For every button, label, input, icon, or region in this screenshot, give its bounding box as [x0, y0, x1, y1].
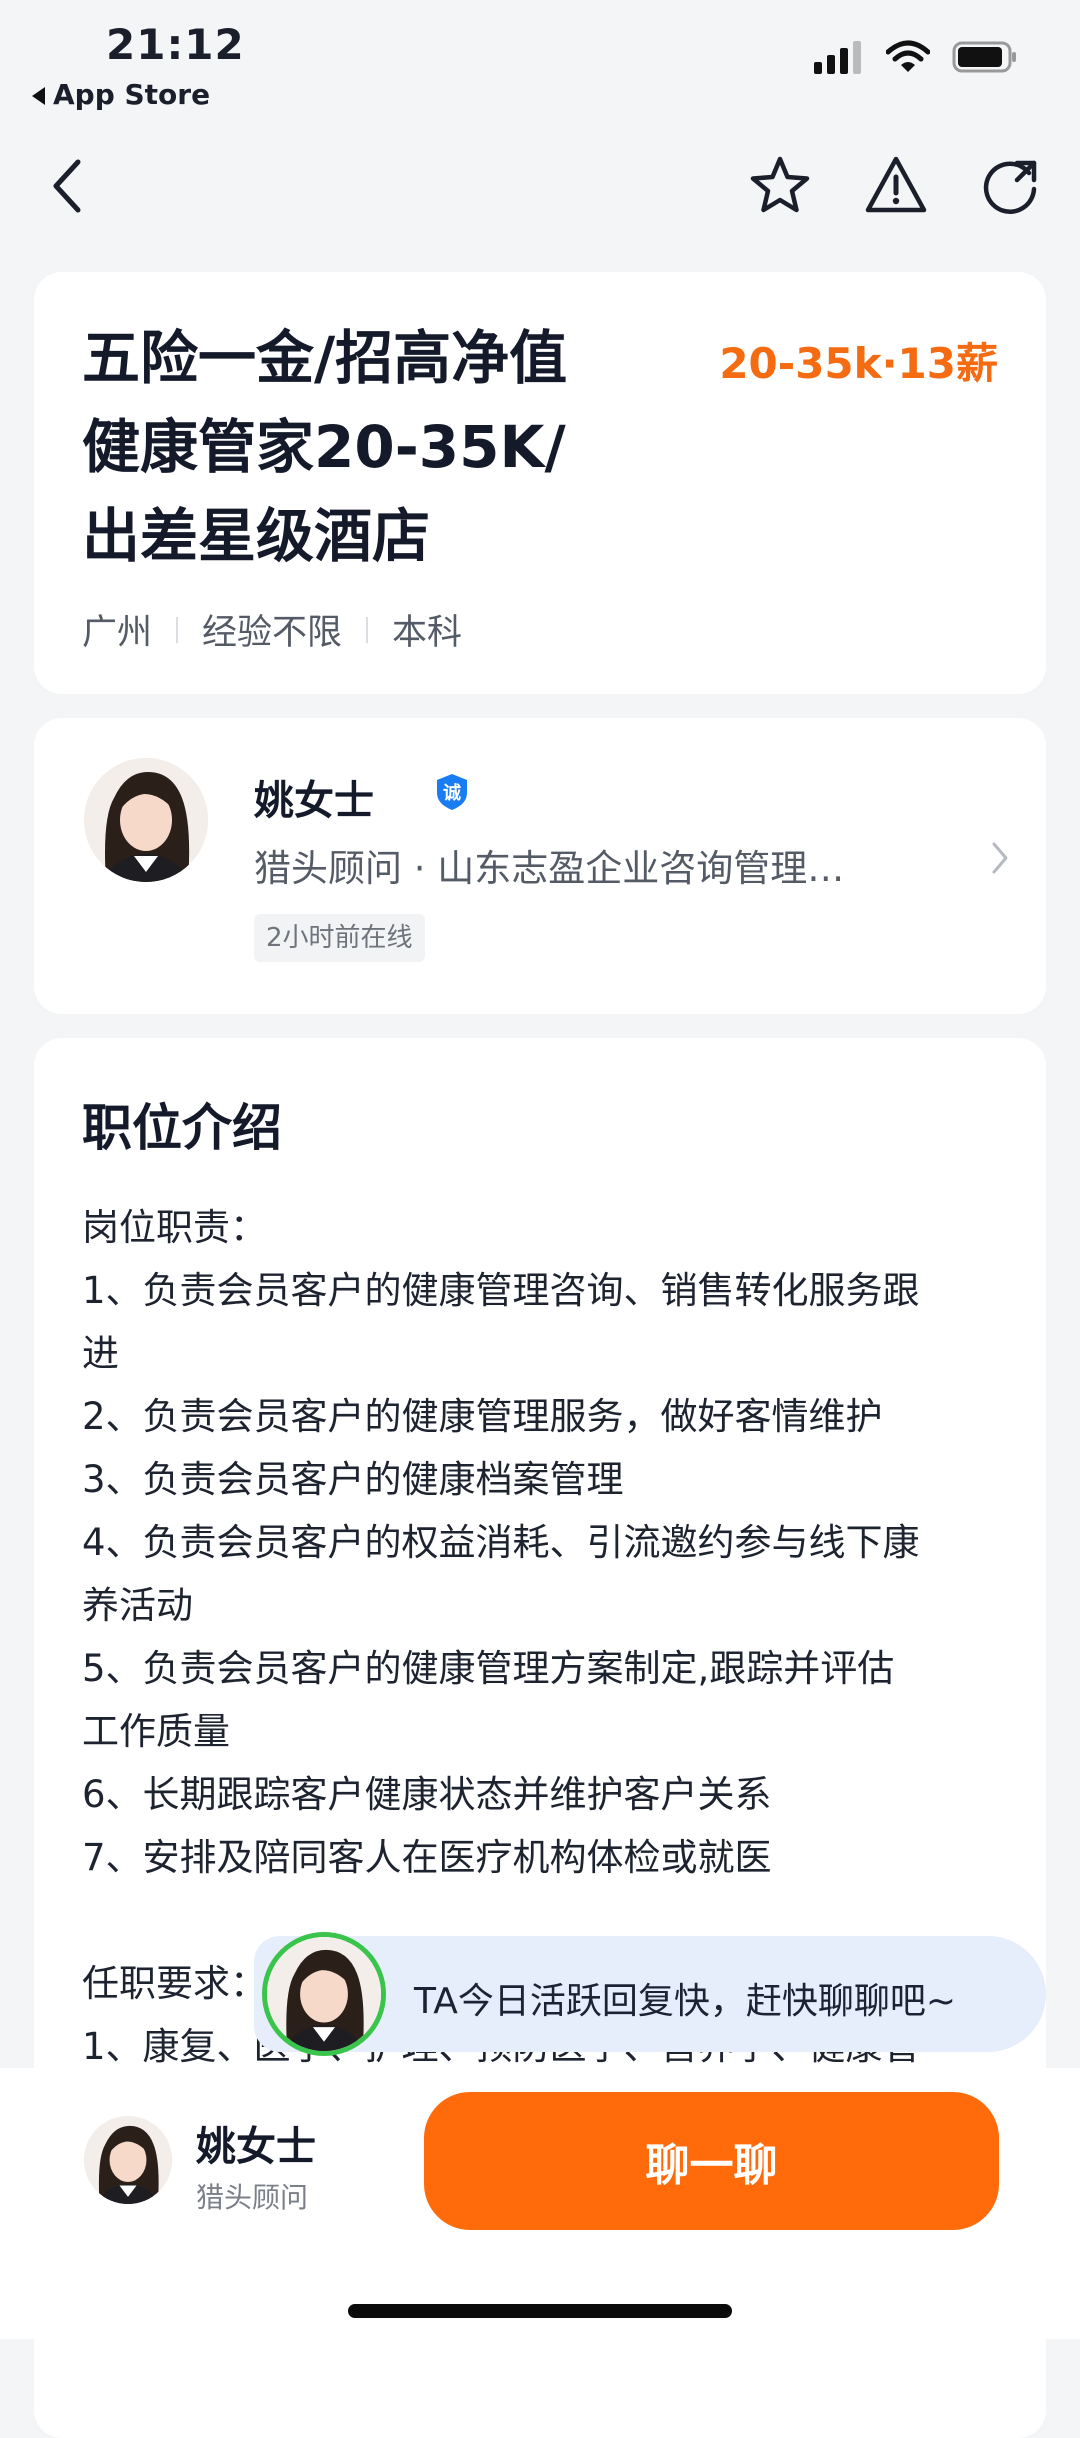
- job-title-line: 健康管家20-35K/: [82, 413, 566, 481]
- warning-icon: [865, 156, 927, 213]
- description-line: 岗位职责：: [82, 1206, 267, 1249]
- job-summary-card: 五险一金/招高净值 健康管家20-35K/ 出差星级酒店 20-35k·13薪 …: [34, 272, 1046, 694]
- top-nav: [0, 140, 1080, 230]
- recruiter-card[interactable]: 姚女士 诚 猎头顾问 · 山东志盈企业咨询管理… 2小时前在线: [34, 718, 1046, 1014]
- bottom-action-bar: 姚女士 猎头顾问 聊一聊: [0, 2068, 1080, 2339]
- description-line: 6、长期跟踪客户健康状态并维护客户关系: [82, 1773, 772, 1816]
- bottom-avatar: [84, 2116, 172, 2204]
- home-indicator: [348, 2304, 732, 2318]
- job-meta: 广州 经验不限 本科: [82, 604, 462, 655]
- back-to-app-store[interactable]: App Store: [32, 78, 210, 111]
- job-experience: 经验不限: [202, 613, 343, 653]
- chevron-right-icon: [992, 842, 1008, 874]
- active-prompt-text: TA今日活跃回复快，赶快聊聊吧~: [414, 1981, 956, 2022]
- description-line: 1、负责会员客户的健康管理咨询、销售转化服务跟: [82, 1269, 920, 1312]
- section-heading: 职位介绍: [82, 1099, 282, 1157]
- description-line: 进: [82, 1332, 119, 1375]
- verified-badge-icon: 诚: [437, 774, 467, 810]
- description-line: 养活动: [82, 1584, 193, 1627]
- back-app-label: App Store: [53, 78, 211, 111]
- job-title: 五险一金/招高净值 健康管家20-35K/ 出差星级酒店: [82, 314, 662, 581]
- status-time: 21:12: [106, 20, 245, 69]
- favorite-button[interactable]: [740, 146, 820, 226]
- job-education: 本科: [392, 613, 463, 653]
- description-line: 7、安排及陪同客人在医疗机构体检或就医: [82, 1836, 772, 1879]
- wifi-icon: [886, 40, 930, 72]
- star-icon: [750, 156, 810, 213]
- description-line: 2、负责会员客户的健康管理服务，做好客情维护: [82, 1395, 883, 1438]
- job-title-line: 五险一金/招高净值: [82, 324, 568, 392]
- recruiter-subtitle: 猎头顾问 · 山东志盈企业咨询管理…: [254, 847, 845, 890]
- description-line: 5、负责会员客户的健康管理方案制定,跟踪并评估: [82, 1647, 895, 1690]
- description-line: 3、负责会员客户的健康档案管理: [82, 1458, 624, 1501]
- job-title-line: 出差星级酒店: [82, 502, 431, 570]
- cellular-signal-icon: [814, 41, 861, 74]
- back-arrow-icon: [53, 159, 81, 213]
- battery-icon: [952, 41, 1016, 73]
- bottom-recruiter-name: 姚女士: [196, 2124, 316, 2170]
- share-button[interactable]: [970, 146, 1050, 226]
- recruiter-avatar: [84, 758, 208, 882]
- meta-divider: [176, 616, 179, 643]
- meta-divider: [366, 616, 369, 643]
- back-triangle-icon: [32, 87, 45, 105]
- description-line: 工作质量: [82, 1710, 230, 1753]
- system-icons: [814, 40, 1018, 74]
- recruiter-name: 姚女士: [254, 778, 374, 824]
- bubble-avatar[interactable]: [262, 1932, 386, 2056]
- online-status-badge: 2小时前在线: [254, 914, 425, 962]
- description-line: 4、负责会员客户的权益消耗、引流邀约参与线下康: [82, 1521, 920, 1564]
- share-icon: [983, 160, 1037, 214]
- report-button[interactable]: [856, 146, 936, 226]
- bottom-recruiter-role: 猎头顾问: [196, 2181, 309, 2214]
- job-location: 广州: [82, 613, 153, 653]
- back-button[interactable]: [28, 146, 108, 226]
- salary: 20-35k·13薪: [719, 339, 998, 388]
- chat-button[interactable]: 聊一聊: [424, 2092, 999, 2230]
- verified-badge-text: 诚: [443, 783, 461, 804]
- status-bar: 21:12 App Store: [0, 0, 1080, 120]
